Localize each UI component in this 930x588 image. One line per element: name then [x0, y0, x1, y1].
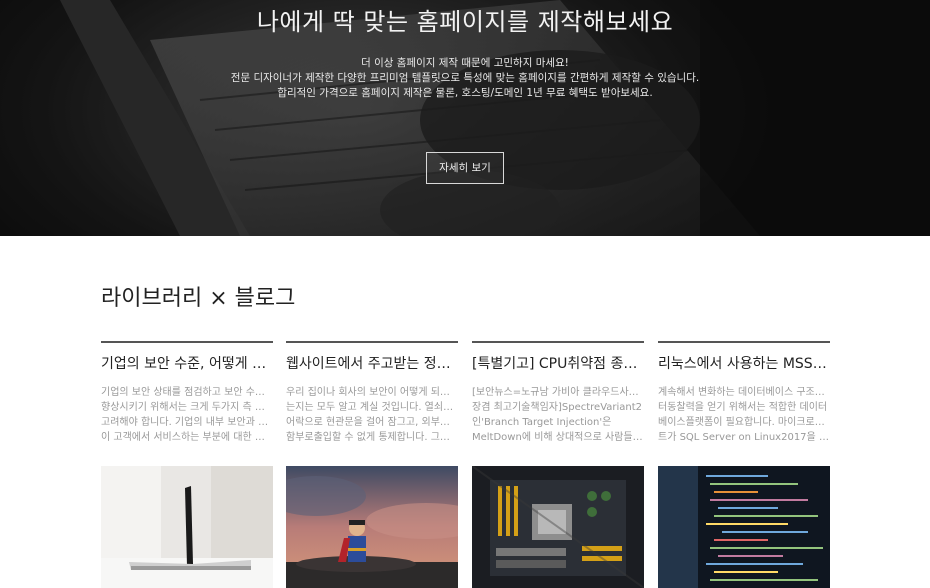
blog-card[interactable]: [특별기고] CPU취약점 종합… [보안뉴스=노규남 가비아 클라우드사업부 … — [472, 341, 644, 588]
excerpt-line: 인'Branch Target Injection'은 — [472, 417, 612, 428]
excerpt-line: 기업의 보안 상태를 점검하고 보안 수준을 — [101, 387, 273, 398]
excerpt-line: 베이스플랫폼이 필요합니다. 마이크로소프 — [658, 417, 830, 428]
excerpt-line: 터동찰력을 얻기 위해서는 적합한 데이터 — [658, 402, 828, 413]
hero-description-line: 전문 디자이너가 제작한 다양한 프리미엄 템플릿으로 특성에 맞는 홈페이지를… — [230, 72, 700, 84]
card-divider — [101, 341, 273, 343]
card-divider — [658, 341, 830, 343]
hero-title: 나에게 딱 맞는 홈페이지를 제작해보세요 — [256, 8, 674, 36]
excerpt-line: 함부로출입할 수 없게 통제합니다. 그렇… — [286, 432, 458, 443]
excerpt-line: 향상시키기 위해서는 크게 두가지 측 고려 — [101, 402, 273, 413]
blog-card[interactable]: 기업의 보안 수준, 어떻게 높… 기업의 보안 상태를 점검하고 보안 수준을… — [101, 341, 273, 588]
details-button[interactable]: 자세히 보기 — [426, 152, 504, 184]
excerpt-line: 어락으로 현관문을 걸어 잠그고, 외부인이 — [286, 417, 458, 428]
excerpt-line: [보안뉴스=노규남 가비아 클라우드사업부 — [472, 387, 644, 398]
card-excerpt: 계속해서 변화하는 데이터베이스 구조로부 터동찰력을 얻기 위해서는 적합한 … — [658, 385, 830, 445]
blog-card[interactable]: 웹사이트에서 주고받는 정보… 우리 집이나 회사의 보안이 어떻게 되고 있 … — [286, 341, 458, 588]
card-divider — [472, 341, 644, 343]
hero-description: 더 이상 홈페이지 제작 때문에 고민하지 마세요! 전문 디자이너가 제작한 … — [0, 56, 930, 101]
card-title[interactable]: [특별기고] CPU취약점 종합… — [472, 355, 644, 373]
card-title[interactable]: 기업의 보안 수준, 어떻게 높… — [101, 355, 273, 373]
card-excerpt: 기업의 보안 상태를 점검하고 보안 수준을 향상시키기 위해서는 크게 두가지… — [101, 385, 273, 445]
hero-banner: 나에게 딱 맞는 홈페이지를 제작해보세요 더 이상 홈페이지 제작 때문에 고… — [0, 0, 930, 236]
excerpt-line: 는지는 모두 알고 계실 것입니다. 열쇠나 도 — [286, 402, 458, 413]
excerpt-line: 계속해서 변화하는 데이터베이스 구조로부 — [658, 387, 830, 398]
card-excerpt: [보안뉴스=노규남 가비아 클라우드사업부 장겸 최고기술책임자]Spectre… — [472, 385, 644, 445]
excerpt-line: MeltDown에 비해 상대적으로 사람들이… — [472, 432, 644, 443]
excerpt-line: 트가 SQL Server on Linux2017을 출… — [658, 432, 830, 443]
hero-description-line: 합리적인 가격으로 홈페이지 제작은 물론, 호스팅/도메인 1년 무료 혜택도… — [277, 87, 653, 99]
motherboard-photo[interactable] — [472, 466, 644, 588]
excerpt-line: 우리 집이나 회사의 보안이 어떻게 되고 있 — [286, 387, 458, 398]
excerpt-line: 고려해야 합니다. 기업의 내부 보안과 기업 — [101, 417, 273, 428]
superhero-figure-photo[interactable] — [286, 466, 458, 588]
card-title[interactable]: 웹사이트에서 주고받는 정보… — [286, 355, 458, 373]
excerpt-line: 장겸 최고기술책임자]SpectreVariant2 — [472, 402, 643, 413]
card-title[interactable]: 리눅스에서 사용하는 MSSQ… — [658, 355, 830, 373]
laptop-on-desk-photo[interactable] — [101, 466, 273, 588]
card-divider — [286, 341, 458, 343]
excerpt-line: 이 고객에서 서비스하는 부분에 대한 보… — [101, 432, 273, 443]
hero-description-line: 더 이상 홈페이지 제작 때문에 고민하지 마세요! — [361, 57, 569, 69]
card-excerpt: 우리 집이나 회사의 보안이 어떻게 되고 있 는지는 모두 알고 계실 것입니… — [286, 385, 458, 445]
section-title: 라이브러리 × 블로그 — [101, 286, 296, 311]
blog-card[interactable]: 리눅스에서 사용하는 MSSQ… 계속해서 변화하는 데이터베이스 구조로부 터… — [658, 341, 830, 588]
code-screen-photo[interactable] — [658, 466, 830, 588]
